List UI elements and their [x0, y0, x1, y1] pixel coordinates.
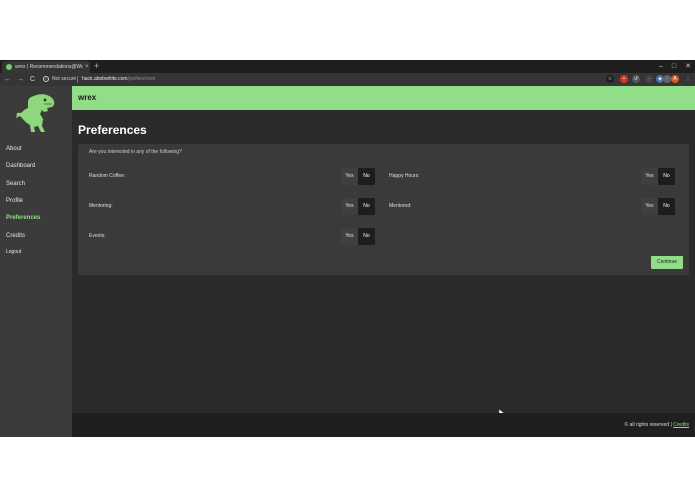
footer-copyright: © all rights reserved |	[624, 422, 674, 428]
footer-credits-link[interactable]: Credits	[673, 422, 689, 428]
pref-label-random-coffee: Random Coffee:	[89, 173, 126, 179]
no-button-random-coffee[interactable]: No	[358, 168, 375, 185]
yes-button-mentored[interactable]: Yes	[641, 198, 658, 215]
security-label[interactable]: Not secure	[52, 75, 76, 84]
tab-favicon-icon	[6, 64, 12, 70]
minimize-icon[interactable]: –	[659, 61, 663, 72]
url-path: /preferences	[127, 76, 156, 82]
no-button-mentored[interactable]: No	[658, 198, 675, 215]
menu-icon[interactable]: ⋮	[684, 75, 692, 83]
browser-window: wrex | Recommendations@Work × + – □ ✕ ← …	[0, 60, 695, 437]
sidebar: About Dashboard Search Profile Preferences Cr…	[0, 86, 72, 437]
maximize-icon[interactable]: □	[672, 61, 676, 72]
browser-tab[interactable]: wrex | Recommendations@Work ×	[2, 61, 90, 73]
pref-toggle-events: Yes No	[341, 228, 375, 245]
url-host: hack.abobwhite.com	[82, 76, 128, 82]
window-controls: – □ ✕	[659, 61, 691, 72]
preferences-question: Are you interested in any of the followi…	[89, 149, 182, 155]
yes-button-happy-hours[interactable]: Yes	[641, 168, 658, 185]
dinosaur-logo-icon	[16, 94, 55, 132]
page-title: Preferences	[78, 123, 147, 137]
grey-extension-icon[interactable]: ·	[663, 75, 671, 83]
sidebar-item-about[interactable]: About	[6, 145, 22, 153]
continue-button[interactable]: Continue	[651, 256, 683, 269]
preferences-card: Are you interested in any of the followi…	[78, 144, 689, 275]
back-icon[interactable]: ←	[4, 74, 11, 85]
pref-label-events: Events:	[89, 233, 106, 239]
app-header: wrex	[72, 86, 695, 110]
sidebar-item-dashboard[interactable]: Dashboard	[6, 162, 35, 170]
sidebar-item-preferences[interactable]: Preferences	[6, 214, 40, 222]
yes-button-events[interactable]: Yes	[341, 228, 358, 245]
main-content: Preferences Are you interested in any of…	[72, 110, 695, 417]
pref-toggle-random-coffee: Yes No	[341, 168, 375, 185]
footer: © all rights reserved | Credits	[72, 413, 695, 437]
sidebar-item-logout[interactable]: Logout	[6, 248, 21, 256]
new-tab-button[interactable]: +	[94, 61, 99, 72]
forward-icon[interactable]: →	[17, 74, 24, 85]
reload-icon[interactable]: C	[30, 74, 35, 85]
browser-titlebar: wrex | Recommendations@Work × + – □ ✕	[0, 60, 695, 73]
tab-title: wrex | Recommendations@Work	[15, 64, 83, 70]
url-field[interactable]: hack.abobwhite.com/preferences	[82, 75, 155, 84]
pref-label-mentored: Mentored:	[389, 203, 412, 209]
close-window-icon[interactable]: ✕	[685, 61, 691, 72]
yes-button-random-coffee[interactable]: Yes	[341, 168, 358, 185]
pref-label-mentoring: Mentoring:	[89, 203, 113, 209]
navigation-buttons: ← → C	[4, 74, 35, 85]
profile-avatar-icon[interactable]: A	[671, 75, 679, 83]
sidebar-item-search[interactable]: Search	[6, 180, 25, 188]
red-extension-icon[interactable]: •	[620, 75, 628, 83]
pref-toggle-mentoring: Yes No	[341, 198, 375, 215]
pref-toggle-happy-hours: Yes No	[641, 168, 675, 185]
address-separator	[77, 76, 78, 83]
info-icon[interactable]: i	[43, 76, 49, 82]
address-bar: ← → C i Not secure hack.abobwhite.com/pr…	[0, 73, 695, 86]
no-button-mentoring[interactable]: No	[358, 198, 375, 215]
sidebar-item-profile[interactable]: Profile	[6, 197, 23, 205]
sidebar-item-credits[interactable]: Credits	[6, 232, 25, 240]
star-icon[interactable]: ☆	[606, 75, 614, 83]
no-button-events[interactable]: No	[358, 228, 375, 245]
pref-label-happy-hours: Happy Hours:	[389, 173, 420, 179]
dark-extension-icon[interactable]: ·	[645, 75, 653, 83]
history-extension-icon[interactable]: ↺	[632, 75, 640, 83]
brand-title[interactable]: wrex	[78, 93, 96, 103]
tab-close-icon[interactable]: ×	[85, 64, 89, 70]
pref-toggle-mentored: Yes No	[641, 198, 675, 215]
yes-button-mentoring[interactable]: Yes	[341, 198, 358, 215]
footer-text: © all rights reserved | Credits	[625, 422, 689, 429]
no-button-happy-hours[interactable]: No	[658, 168, 675, 185]
